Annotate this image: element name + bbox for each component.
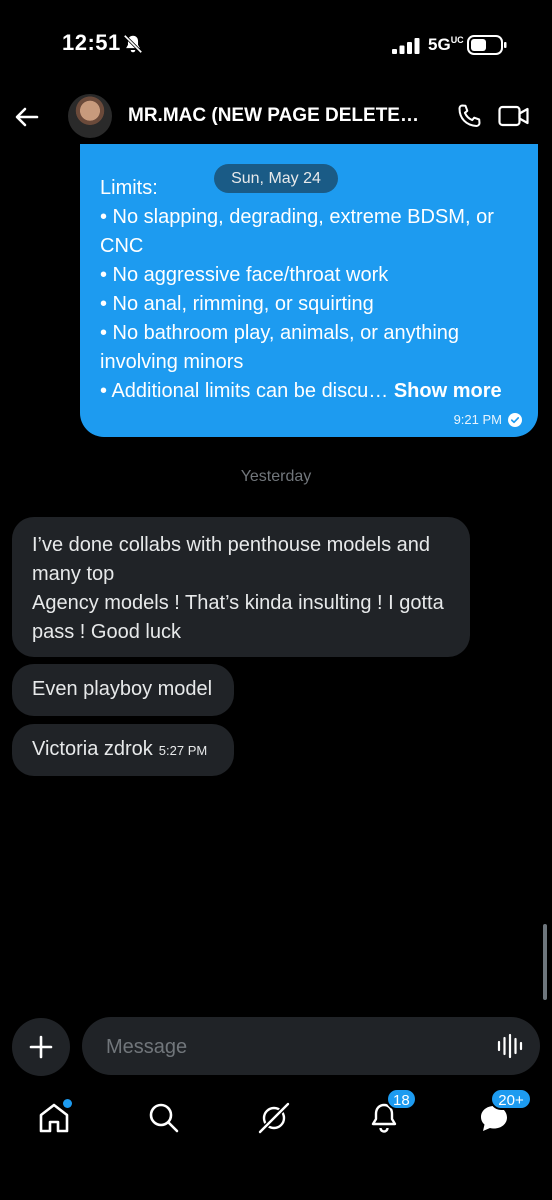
video-camera-icon[interactable] — [498, 102, 530, 130]
add-attachment-button[interactable] — [12, 1018, 70, 1076]
status-bar: 12:51 5GUC — [0, 0, 552, 90]
incoming-message[interactable]: Even playboy model — [12, 664, 234, 716]
network-sup: UC — [450, 35, 464, 45]
message-text: Even playboy model — [32, 678, 213, 700]
message-list[interactable]: Limits: • No slapping, degrading, extrem… — [0, 144, 552, 1014]
nav-home[interactable] — [36, 1099, 76, 1140]
phone-icon[interactable] — [455, 102, 483, 130]
contact-name[interactable]: MR.MAC (NEW PAGE DELETED... — [128, 105, 428, 127]
home-indicator-area — [0, 1160, 552, 1200]
nav-notifications[interactable]: 18 — [366, 1088, 417, 1140]
contact-avatar[interactable] — [68, 94, 112, 138]
incoming-message[interactable]: I’ve done collabs with penthouse models … — [12, 517, 470, 657]
status-time: 12:51 — [62, 30, 121, 55]
back-arrow-icon[interactable] — [12, 102, 42, 132]
message-text: I’ve done collabs with penthouse models … — [32, 534, 444, 643]
incoming-message[interactable]: Victoria zdrok 5:27 PM — [12, 724, 234, 776]
grok-icon — [258, 1102, 290, 1134]
search-icon — [149, 1103, 179, 1133]
plus-icon — [29, 1035, 53, 1059]
home-unread-dot — [63, 1099, 72, 1108]
dm-conversation-screen: 12:51 5GUC MR.MAC (NEW PAGE DELETED... L… — [0, 0, 552, 1200]
bell-muted-icon — [123, 34, 143, 54]
message-timestamp: 9:21 PM — [454, 412, 522, 427]
cellular-signal-icon — [392, 38, 420, 54]
show-more-link[interactable]: Show more — [394, 380, 502, 402]
network-type: 5GUC — [428, 35, 464, 54]
notifications-badge: 18 — [386, 1088, 417, 1110]
message-text: Limits: • No slapping, degrading, extrem… — [100, 177, 502, 402]
scrollbar[interactable] — [543, 924, 547, 1000]
nav-grok[interactable] — [256, 1100, 296, 1140]
message-timestamp: 5:27 PM — [158, 743, 208, 758]
date-pill: Sun, May 24 — [214, 164, 338, 193]
messages-badge: 20+ — [490, 1088, 532, 1110]
battery-icon — [467, 35, 507, 55]
nav-search[interactable] — [146, 1100, 186, 1140]
conversation-header: MR.MAC (NEW PAGE DELETED... — [0, 88, 552, 144]
voice-waveform-icon[interactable] — [496, 1032, 524, 1060]
read-check-icon — [508, 412, 522, 427]
day-separator: Yesterday — [240, 468, 312, 485]
nav-messages[interactable]: 20+ — [476, 1088, 532, 1140]
message-composer[interactable] — [82, 1017, 540, 1077]
bottom-navigation: 18 20+ — [0, 1088, 552, 1160]
message-input[interactable] — [104, 1017, 488, 1077]
message-text: Victoria zdrok — [32, 738, 153, 760]
